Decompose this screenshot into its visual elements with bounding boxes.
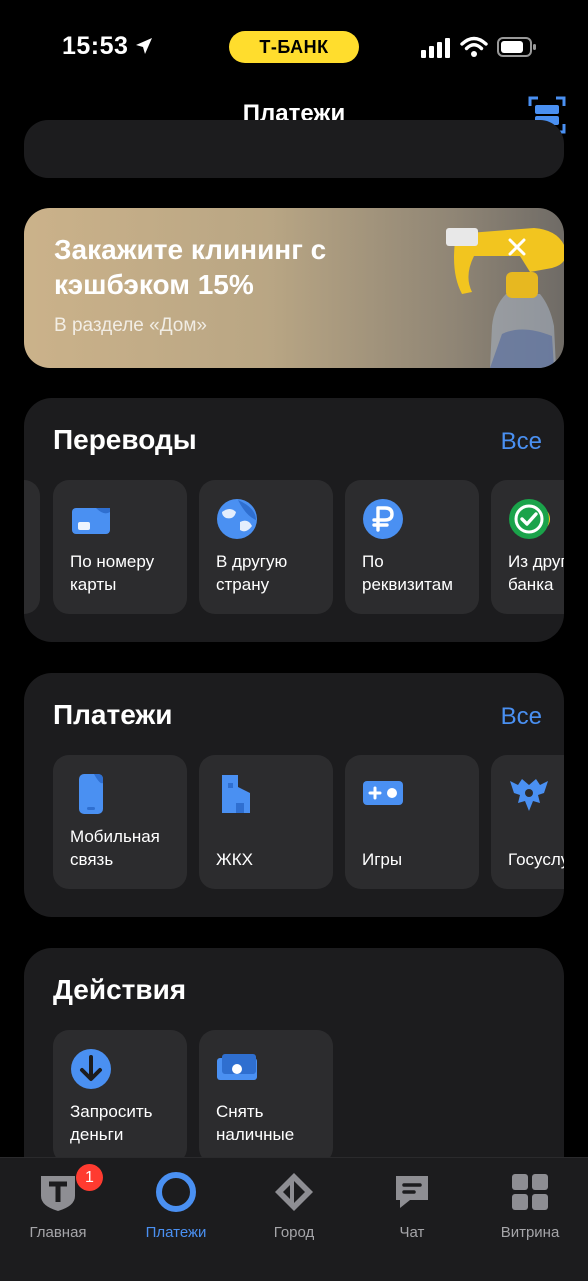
tab-showcase[interactable]: Витрина [475,1172,585,1242]
payments-section: Платежи Все Мобильная связь ЖКХ Игры Гос [24,673,564,917]
payment-tile-mobile[interactable]: Мобильная связь [53,755,187,889]
payment-tile-utilities[interactable]: ЖКХ [199,755,333,889]
sbp-check-icon [509,499,550,539]
tile-label: Из другого банка [508,552,564,594]
brand-pill[interactable]: Т‑БАНК [229,31,359,63]
card-icon [72,508,110,534]
transfer-tile-card-number[interactable]: По номеру карты [53,480,187,614]
t-shield-icon [41,1176,75,1211]
tile-label: Мобильная связь [70,827,160,869]
tile-label: Запросить деньги [70,1102,153,1144]
arrow-down-icon [71,1049,111,1089]
payment-tile-games[interactable]: Игры [345,755,479,889]
tab-label: Витрина [500,1224,560,1241]
transfers-all-link[interactable]: Все [501,428,542,456]
tile-label: Игры [362,850,403,869]
tab-city[interactable]: Город [239,1172,349,1242]
wifi-icon [460,36,488,57]
tile-label: В другую страну [216,552,288,594]
banner-subtitle: В разделе «Дом» [54,315,207,336]
transfer-tile-requisites[interactable]: По реквизитам [345,480,479,614]
tab-bar: 1 Главная Платежи Город Чат Витрина [0,1157,588,1281]
tile-label: Снять наличные [216,1102,295,1144]
house-icon [222,775,250,813]
cellular-signal-icon [421,38,450,58]
tab-payments[interactable]: Платежи [121,1172,231,1242]
tab-chat[interactable]: Чат [357,1172,467,1242]
ruble-icon [363,499,403,539]
banner-title: Закажите клининг с кэшбэком 15% [54,234,327,300]
tab-home[interactable]: 1 Главная [3,1164,113,1242]
actions-title: Действия [53,974,187,1005]
gamepad-icon [363,781,403,805]
transfers-title: Переводы [53,424,197,455]
battery-icon [497,37,536,57]
tile-label: ЖКХ [216,850,253,869]
transfer-tile-partial[interactable] [24,480,40,614]
transfer-tile-other-bank[interactable]: Из другого банка [491,480,564,614]
notification-badge: 1 [76,1164,103,1191]
payments-all-link[interactable]: Все [501,703,542,731]
status-time: 15:53 [62,32,129,60]
tab-label: Платежи [145,1224,207,1241]
scrolled-card [24,120,564,178]
action-tile-request-money[interactable]: Запросить деньги [53,1030,187,1164]
phone-icon [79,774,103,814]
cash-icon [217,1054,257,1080]
chat-bubble-icon [396,1176,428,1208]
action-tile-withdraw-cash[interactable]: Снять наличные [199,1030,333,1164]
payments-title: Платежи [53,699,173,730]
spray-bottle-icon [446,228,564,368]
location-arrow-icon [136,38,152,54]
close-icon[interactable] [506,236,528,258]
city-diamond-icon [275,1173,313,1211]
tab-label: Город [273,1224,315,1241]
tab-label: Главная [29,1224,87,1241]
tile-label: Госуслуги [508,850,564,869]
transfers-section: Переводы Все По номеру карты В другую ст… [24,398,564,642]
tab-label: Чат [399,1224,425,1241]
transfer-tile-abroad[interactable]: В другую страну [199,480,333,614]
promo-banner[interactable]: Закажите клининг с кэшбэком 15% В раздел… [24,208,564,368]
tile-label: По номеру карты [70,552,155,594]
tile-label: По реквизитам [362,552,453,594]
payment-tile-gosuslugi[interactable]: Госуслуги [491,755,564,889]
eagle-icon [510,779,548,811]
globe-icon [217,499,257,539]
payments-circle-icon [156,1172,196,1212]
grid-icon [512,1174,548,1210]
